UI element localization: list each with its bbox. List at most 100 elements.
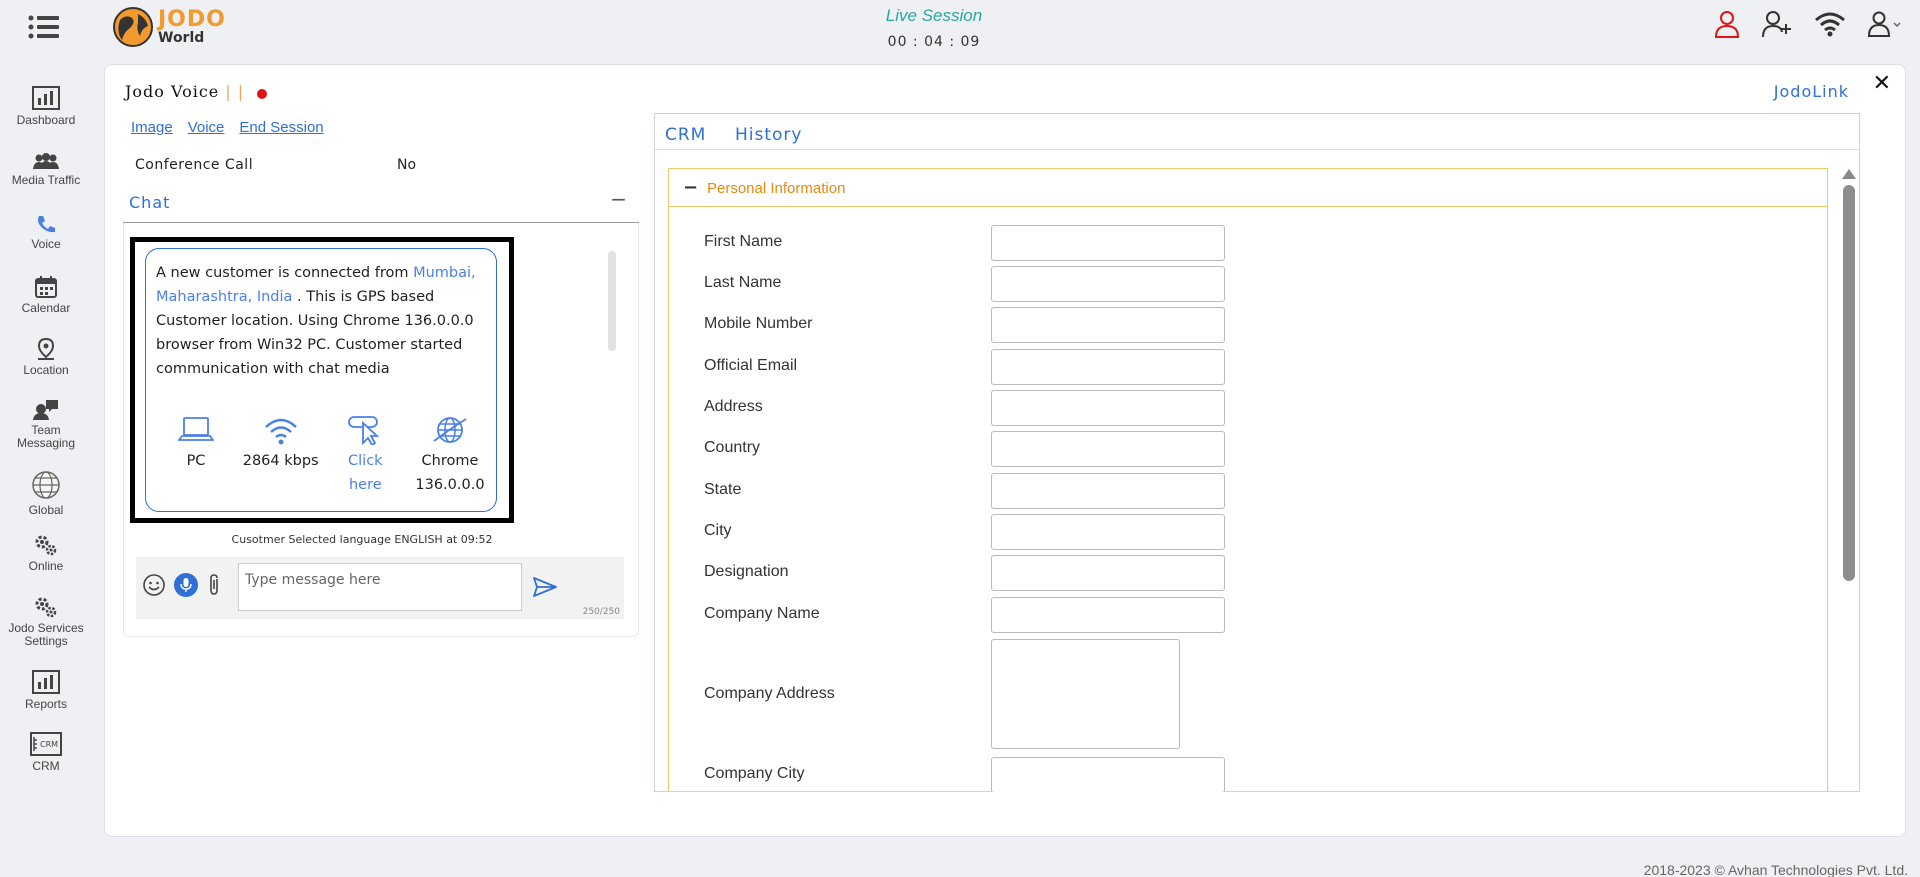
tab-crm[interactable]: CRM [665,125,706,145]
reports-icon [32,670,60,694]
sidebar-item-label: Calendar [21,301,71,315]
gears-icon [35,597,57,618]
chat-minimize-button[interactable]: − [610,187,627,211]
recording-indicator [257,89,267,99]
hamburger-menu-icon[interactable] [28,14,60,40]
message-bubble: A new customer is connected from Mumbai,… [145,248,497,512]
end-session-link[interactable]: End Session [239,119,323,136]
chat-scrollbar[interactable] [608,251,616,351]
wifi-icon[interactable] [1814,11,1846,37]
last-name-input[interactable] [991,266,1225,302]
state-input[interactable] [991,473,1225,509]
logo-text-top: JODO [158,7,226,32]
user-menu-icon[interactable] [1868,11,1902,37]
sidebar-item-voice[interactable]: Voice [0,214,92,251]
crm-scrollbar[interactable] [1842,169,1856,789]
sidebar-item-label: Media Traffic [11,173,81,187]
gears-icon [35,535,57,556]
live-session: Live Session 00 : 04 : 09 [834,6,1034,50]
first-name-label: First Name [704,233,783,250]
sidebar-item-crm[interactable]: CRM CRM [0,732,92,773]
sidebar-item-label: Online [28,559,64,573]
address-input[interactable] [991,390,1225,426]
send-icon[interactable] [532,575,558,599]
voice-title-bars: | | [225,82,245,101]
country-label: Country [704,439,761,456]
sidebar-item-location[interactable]: Location [0,338,92,377]
mobile-number-label: Mobile Number [704,315,813,332]
chat-input-row: Type message here 250/250 [136,557,624,619]
message-highlight: A new customer is connected from Mumbai,… [130,237,514,523]
location-pin-icon [37,338,55,360]
sidebar-item-reports[interactable]: Reports [0,670,92,711]
close-icon[interactable]: ✕ [1873,71,1891,96]
click-here-link[interactable]: Click here [327,415,403,497]
city-label: City [704,522,732,539]
section-header[interactable]: − Personal Information [669,169,1827,207]
sidebar-item-media-traffic[interactable]: Media Traffic [0,152,92,187]
sidebar-item-jodo-services-settings[interactable]: Jodo Services Settings [0,596,92,648]
bandwidth-label: 2864 kbps [242,453,319,469]
sidebar-item-label: Team Messaging [16,423,76,450]
company-city-label: Company City [704,765,805,782]
laptop-icon [178,417,214,441]
globe-icon [32,471,60,499]
svg-text:CRM: CRM [40,740,58,749]
device-info: PC [158,415,234,497]
voice-link[interactable]: Voice [188,119,225,136]
collapse-icon: − [683,177,699,198]
device-label: PC [186,453,206,469]
chat-panel: Chat − A new customer is connected from … [123,181,639,735]
sidebar-item-dashboard[interactable]: Dashboard [0,86,92,127]
chat-title: Chat [129,193,171,212]
scroll-up-icon[interactable] [1842,169,1856,179]
globe-icon [433,417,467,443]
image-link[interactable]: Image [131,119,173,136]
char-counter: 250/250 [582,607,620,617]
message-input[interactable]: Type message here [238,563,522,611]
sidebar-item-calendar[interactable]: Calendar [0,276,92,315]
sidebar-item-label: Global [28,503,64,517]
sidebar-item-label: Jodo Services Settings [8,621,84,648]
company-address-textarea[interactable] [991,639,1180,749]
country-input[interactable] [991,431,1225,467]
sidebar-item-team-messaging[interactable]: Team Messaging [0,398,92,450]
logo-globe-icon [113,7,153,47]
company-address-label: Company Address [704,685,835,702]
conference-call-label: Conference Call [135,157,254,173]
jodo-world-logo: JODO World [112,6,226,48]
company-city-input[interactable] [991,757,1225,792]
emoji-icon[interactable] [142,573,166,597]
official-email-input[interactable] [991,349,1225,385]
session-timer: 00 : 04 : 09 [887,34,981,50]
designation-input[interactable] [991,555,1225,591]
bandwidth-info: 2864 kbps [243,415,319,497]
section-title: Personal Information [707,180,846,197]
tab-history[interactable]: History [735,125,802,145]
voice-title-text: Jodo Voice [125,82,220,101]
sidebar-item-label: Reports [24,697,68,711]
voice-title: Jodo Voice | | [125,82,244,101]
jodolink-link[interactable]: JodoLink [1774,82,1849,101]
city-input[interactable] [991,514,1225,550]
sidebar-item-global[interactable]: Global [0,470,92,517]
sidebar-item-online[interactable]: Online [0,534,92,573]
crm-tabs: CRM History [655,114,1859,150]
conference-call-value: No [397,157,417,173]
user-alert-icon[interactable] [1714,10,1740,38]
browser-info: Chrome 136.0.0.0 [412,415,488,497]
voice-links: Image Voice End Session [131,119,324,136]
crm-icon: CRM [30,732,62,756]
attachment-icon[interactable] [206,573,222,597]
mobile-number-input[interactable] [991,307,1225,343]
first-name-input[interactable] [991,225,1225,261]
company-name-input[interactable] [991,597,1225,633]
add-user-icon[interactable] [1762,10,1792,38]
chat-box: A new customer is connected from Mumbai,… [123,223,639,637]
session-title: Live Session [885,6,983,25]
top-bar: JODO World Live Session 00 : 04 : 09 [0,0,1920,56]
chat-header: Chat − [123,181,639,223]
scroll-thumb[interactable] [1843,185,1855,581]
calendar-icon [35,276,57,298]
microphone-icon[interactable] [174,573,198,597]
